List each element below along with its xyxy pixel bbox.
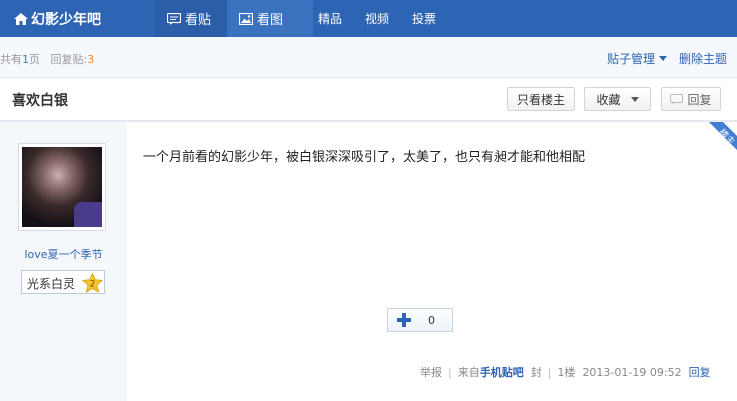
- plus-icon: [397, 313, 411, 327]
- image-icon: [239, 12, 253, 25]
- floor-number: 1楼: [557, 366, 576, 379]
- forum-home-link[interactable]: 幻影少年吧: [14, 0, 101, 37]
- post-body: 一个月前看的幻影少年，被白银深深吸引了，太美了，也只有昶才能和他相配: [143, 150, 586, 165]
- comment-icon: [670, 93, 684, 104]
- mobile-client-link[interactable]: 手机贴吧: [480, 366, 524, 379]
- tab-view-pictures-label: 看图: [257, 13, 284, 28]
- nav-link-featured[interactable]: 精品: [318, 10, 342, 27]
- source-prefix: 来自: [457, 366, 480, 379]
- thread-title-bar: 喜欢白银 只看楼主 收藏 回复: [0, 78, 737, 122]
- member-rank-badge[interactable]: 光系白灵 2: [21, 270, 105, 294]
- only-op-button[interactable]: 只看楼主: [507, 87, 575, 111]
- post-author-column: love夏一个季节 光系白灵 2: [0, 122, 127, 401]
- forum-name: 幻影少年吧: [31, 11, 101, 28]
- top-nav-bar: 幻影少年吧 看贴 看图 精品 视频 投票: [0, 0, 737, 37]
- caret-down-icon: [658, 56, 667, 61]
- thread-info-bar: 共有1页 回复贴:3 贴子管理 删除主题: [0, 37, 737, 78]
- level-star-icon: 2: [82, 273, 103, 293]
- reply-label: 回复: [687, 92, 712, 107]
- replies-count: 3: [87, 53, 95, 66]
- post-reply-link[interactable]: 回复: [689, 366, 711, 379]
- report-link[interactable]: 举报: [420, 366, 442, 379]
- like-button[interactable]: 0: [387, 308, 453, 332]
- tab-view-pictures[interactable]: 看图: [227, 0, 313, 37]
- like-count: 0: [428, 314, 435, 327]
- nav-link-videos[interactable]: 视频: [365, 10, 389, 27]
- rank-level: 2: [90, 280, 96, 290]
- reply-button[interactable]: 回复: [661, 87, 721, 111]
- post-footer: 举报 | 来自手机贴吧 封 | 1楼 2013-01-19 09:52 回复: [420, 366, 711, 379]
- pages-suffix: 页: [29, 53, 40, 66]
- caret-down-icon: [630, 96, 639, 102]
- avatar: [22, 147, 102, 227]
- home-icon: [14, 12, 28, 25]
- pages-number: 1: [22, 53, 29, 66]
- favorite-label: 收藏: [596, 92, 621, 107]
- tab-view-posts-label: 看贴: [185, 13, 212, 28]
- chat-bubble-icon: [167, 12, 181, 25]
- favorite-button[interactable]: 收藏: [584, 87, 651, 111]
- replies-label: 回复贴:: [50, 53, 88, 66]
- post-timestamp: 2013-01-19 09:52: [582, 366, 682, 379]
- rank-title: 光系白灵: [27, 277, 76, 291]
- nav-link-polls[interactable]: 投票: [412, 10, 436, 27]
- delete-thread-link[interactable]: 删除主题: [679, 50, 727, 67]
- avatar-frame[interactable]: [18, 143, 106, 231]
- page-count-info: 共有1页 回复贴:3: [0, 51, 94, 67]
- only-op-label: 只看楼主: [516, 92, 565, 107]
- nav-links: 精品 视频 投票: [318, 0, 459, 37]
- author-username[interactable]: love夏一个季节: [0, 246, 127, 262]
- block-link[interactable]: 封: [531, 366, 542, 379]
- thread-admin-links: 贴子管理 删除主题: [607, 50, 727, 67]
- post-manage-menu[interactable]: 贴子管理: [607, 50, 655, 67]
- thread-title: 喜欢白银: [12, 93, 68, 109]
- post-content-column: 楼主 一个月前看的幻影少年，被白银深深吸引了，太美了，也只有昶才能和他相配 0 …: [127, 122, 737, 401]
- op-badge: 楼主: [697, 122, 737, 162]
- pages-prefix: 共有: [0, 53, 22, 66]
